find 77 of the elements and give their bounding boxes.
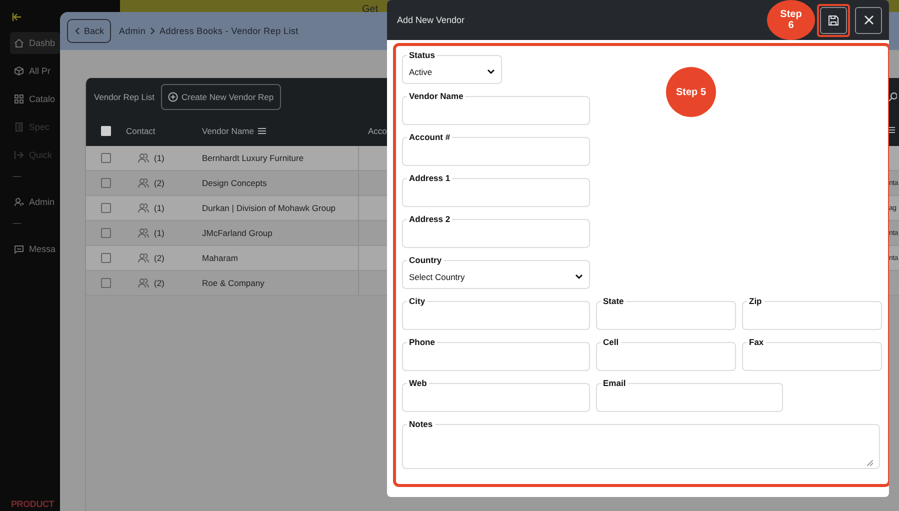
input-field[interactable]: Address 1 (402, 173, 590, 207)
contact-count: (2) (154, 178, 164, 188)
input-field[interactable]: Fax (742, 337, 882, 371)
people-icon (138, 153, 149, 163)
table-title: Vendor Rep List (94, 92, 154, 102)
sidebar-item[interactable]: Catalo (10, 88, 60, 110)
chevron-right-icon (150, 27, 156, 35)
doc-icon (14, 122, 24, 132)
column-header[interactable]: Vendor Name (202, 126, 254, 136)
row-checkbox[interactable] (101, 253, 111, 263)
row-checkbox[interactable] (101, 178, 111, 188)
input-field[interactable]: Email (596, 378, 783, 412)
cube-icon (14, 66, 24, 76)
chat-icon (14, 244, 24, 254)
row-checkbox[interactable] (101, 278, 111, 288)
row-checkbox[interactable] (101, 228, 111, 238)
home-icon (14, 38, 24, 48)
plus-circle-icon (168, 92, 178, 102)
input-field[interactable]: City (402, 296, 590, 330)
people-icon (138, 228, 149, 238)
step-badge: Step 5 (666, 67, 716, 117)
people-icon (138, 178, 149, 188)
chevron-left-icon (74, 27, 80, 35)
sidebar-item[interactable]: All Pr (10, 60, 60, 82)
notes-field[interactable]: Notes (402, 419, 880, 469)
contact-count: (2) (154, 278, 164, 288)
drawer-title: Add New Vendor (397, 15, 465, 25)
input-field[interactable]: Address 2 (402, 214, 590, 248)
vendor-name: Durkan | Division of Mohawk Group (202, 203, 336, 213)
chevron-down-icon (487, 68, 495, 74)
menu-icon[interactable] (258, 128, 266, 134)
column-header[interactable]: Contact (126, 126, 156, 136)
brand-logo: PRODUCT (11, 499, 56, 509)
input-field[interactable]: State (596, 296, 736, 330)
chevron-down-icon (575, 274, 583, 280)
contact-count: (1) (154, 153, 164, 163)
vendor-name: Bernhardt Luxury Furniture (202, 153, 304, 163)
grid-icon (14, 94, 24, 104)
resize-grip-icon[interactable] (867, 460, 873, 466)
close-icon (864, 15, 874, 25)
input-field[interactable]: Account # (402, 132, 590, 166)
input-field[interactable]: Zip (742, 296, 882, 330)
breadcrumb-item[interactable]: Admin (119, 26, 146, 36)
step-badge: Step 6 (767, 0, 815, 40)
input-field[interactable]: Vendor Name (402, 91, 590, 125)
contact-count: (2) (154, 253, 164, 263)
breadcrumb-item: Address Books - Vendor Rep List (160, 26, 298, 36)
vendor-name: Maharam (202, 253, 238, 263)
input-field[interactable]: Cell (596, 337, 736, 371)
banner-text: Get (362, 4, 378, 15)
floppy-disk-icon (828, 14, 839, 26)
menu-icon[interactable] (889, 127, 895, 133)
collapse-icon[interactable] (12, 12, 22, 22)
search-icon[interactable] (888, 92, 897, 102)
sidebar-item[interactable]: Messa (10, 238, 60, 260)
back-button[interactable]: Back (67, 19, 112, 43)
input-field[interactable]: Phone (402, 337, 590, 371)
select-field[interactable]: Country Select Country (402, 255, 590, 289)
enter-icon (14, 150, 24, 160)
close-button[interactable] (855, 6, 882, 34)
people-icon (138, 278, 149, 288)
user-icon (14, 197, 24, 207)
sidebar-item[interactable]: Admin (10, 191, 60, 213)
column-header[interactable]: Acco (368, 126, 387, 136)
vendor-name: Design Concepts (202, 178, 267, 188)
contact-count: (1) (154, 228, 164, 238)
people-icon (138, 203, 149, 213)
vendor-name: Roe & Company (202, 278, 264, 288)
row-checkbox[interactable] (101, 203, 111, 213)
vendor-name: JMcFarland Group (202, 228, 272, 238)
input-field[interactable]: Web (402, 378, 590, 412)
select-field[interactable]: Status Active (402, 50, 502, 84)
people-icon (138, 253, 149, 263)
row-checkbox[interactable] (101, 153, 111, 163)
create-button[interactable]: Create New Vendor Rep (161, 84, 281, 110)
contact-count: (1) (154, 203, 164, 213)
select-all-checkbox[interactable] (101, 126, 111, 136)
